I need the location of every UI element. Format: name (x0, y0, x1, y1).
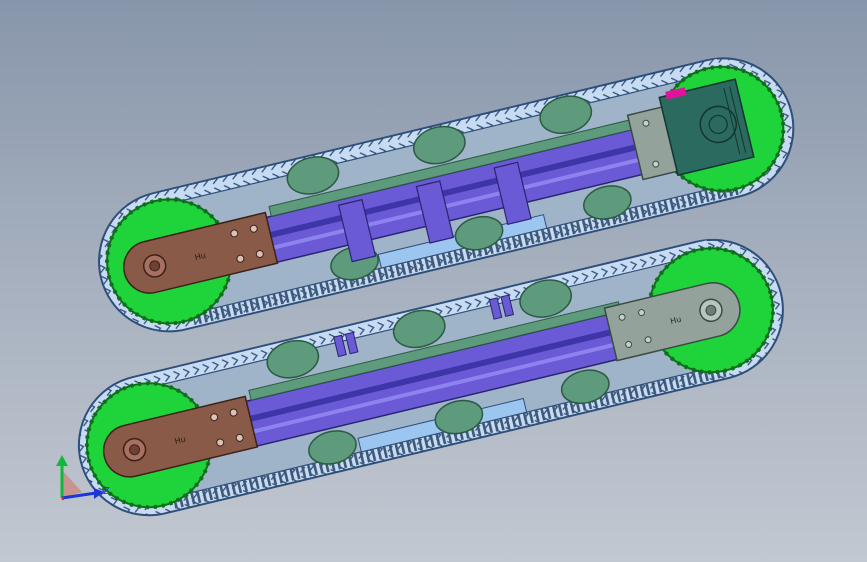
cad-drawing: Hu Hu Hu Z (56, 57, 795, 517)
triad-y-arrow-icon (56, 455, 68, 466)
triad-plane-icon (62, 470, 82, 498)
triad-z-label: Z (103, 486, 110, 497)
triad-x-axis (61, 496, 65, 501)
cad-viewport[interactable]: Hu Hu Hu Z (0, 0, 867, 562)
